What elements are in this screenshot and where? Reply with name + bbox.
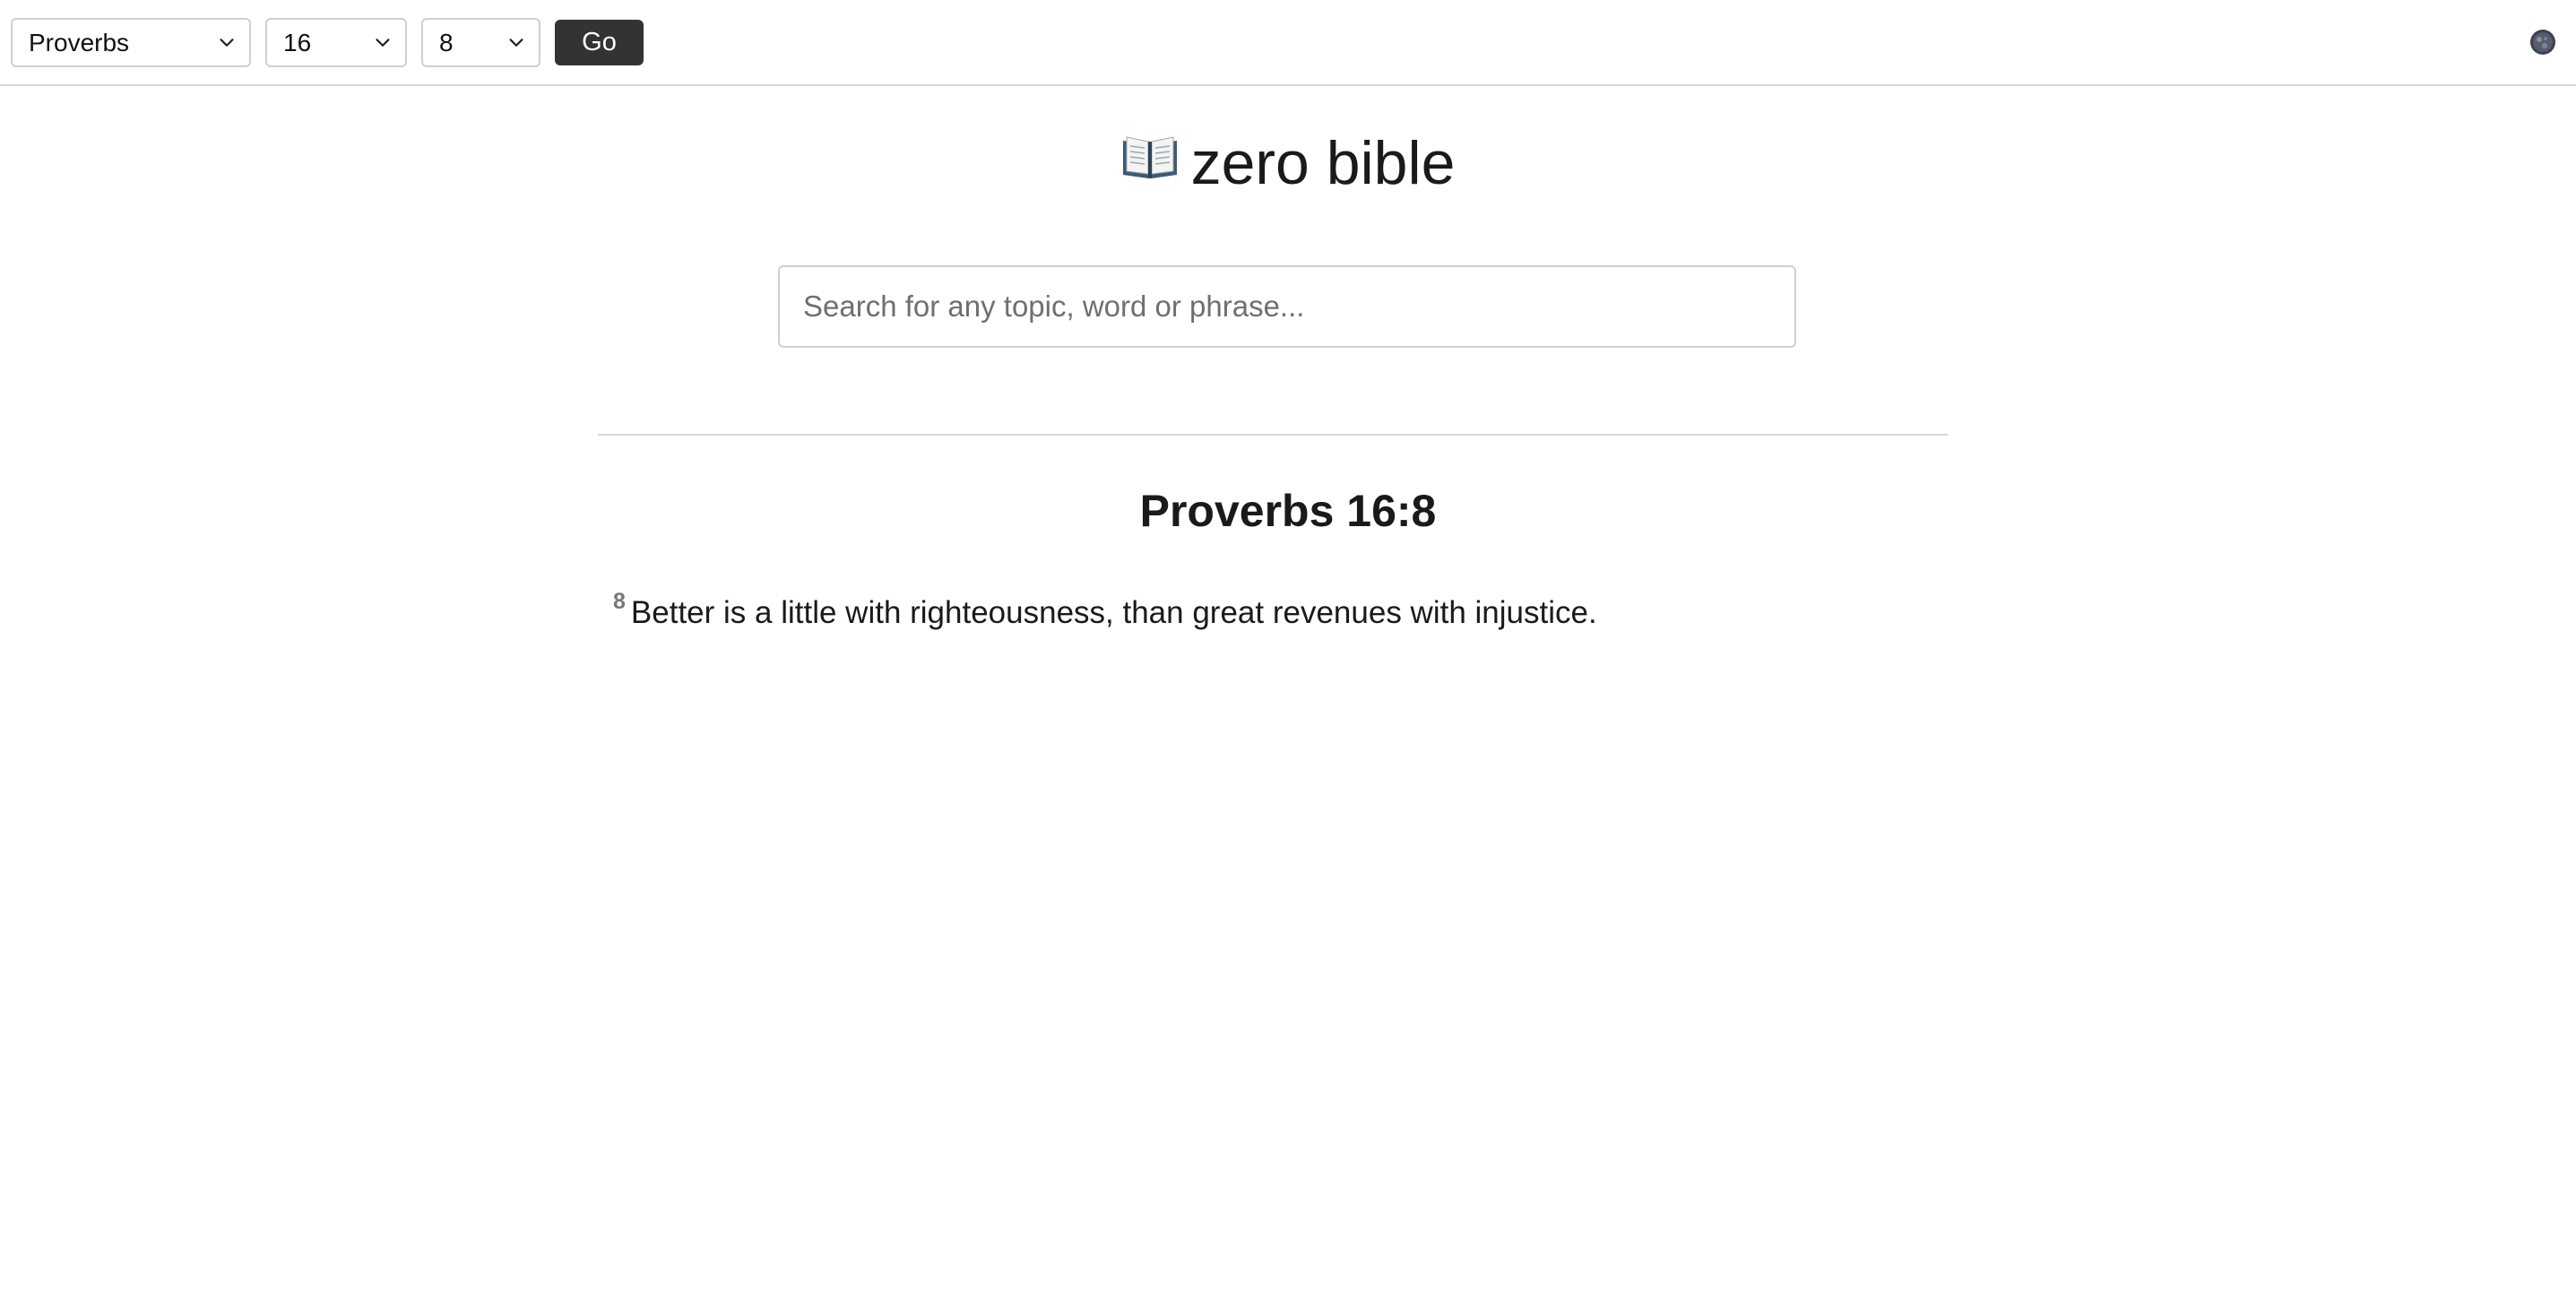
go-button[interactable]: Go <box>555 20 644 65</box>
passage-reference: Proverbs 16:8 <box>1139 486 1437 536</box>
verse-select-value: 8 <box>439 29 454 56</box>
chevron-down-icon <box>220 38 234 47</box>
verse: 8 Better is a little with righteousness, … <box>613 575 1597 639</box>
chevron-down-icon <box>376 38 390 47</box>
search-input[interactable] <box>778 265 1796 348</box>
book-select[interactable]: Proverbs <box>11 18 251 67</box>
verse-select[interactable]: 8 <box>421 18 540 67</box>
chapter-select-value: 16 <box>283 29 312 56</box>
chevron-down-icon <box>509 38 523 47</box>
verse-text: Better is a little with righteousness, t… <box>630 595 1597 630</box>
dark-mode-icon[interactable] <box>2529 29 2556 56</box>
top-navigation-bar: Proverbs 16 8 Go <box>0 0 2576 86</box>
chapter-select[interactable]: 16 <box>265 18 407 67</box>
book-select-value: Proverbs <box>29 29 130 56</box>
open-book-icon <box>1122 136 1177 178</box>
site-title-text: zero bible <box>1190 129 1456 197</box>
site-title: zero bible <box>0 125 2576 201</box>
divider <box>598 434 1948 436</box>
verse-number: 8 <box>613 589 626 614</box>
